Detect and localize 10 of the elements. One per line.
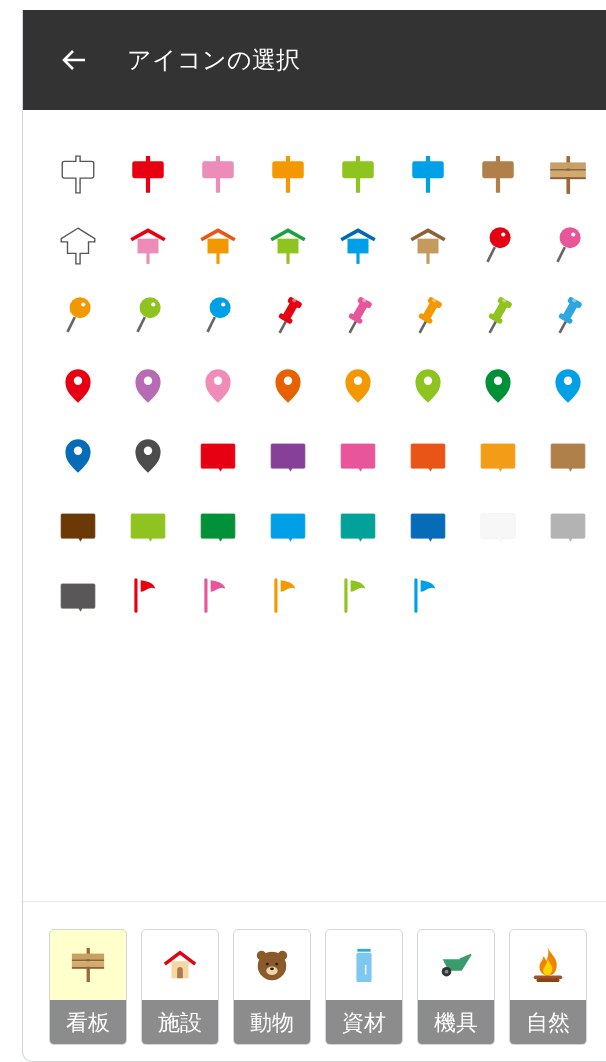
wooden-sign-icon: [547, 154, 589, 196]
category-tab[interactable]: 自然: [509, 929, 587, 1045]
category-tab[interactable]: 動物: [233, 929, 311, 1045]
back-arrow-icon: [61, 49, 87, 71]
page-title: アイコンの選択: [127, 45, 300, 76]
category-tab[interactable]: 機具: [417, 929, 495, 1045]
category-tab[interactable]: 施設: [141, 929, 219, 1045]
category-tab[interactable]: 資材: [325, 929, 403, 1045]
wooden-sign-icon: [69, 946, 107, 984]
category-tab[interactable]: 看板: [49, 929, 127, 1045]
